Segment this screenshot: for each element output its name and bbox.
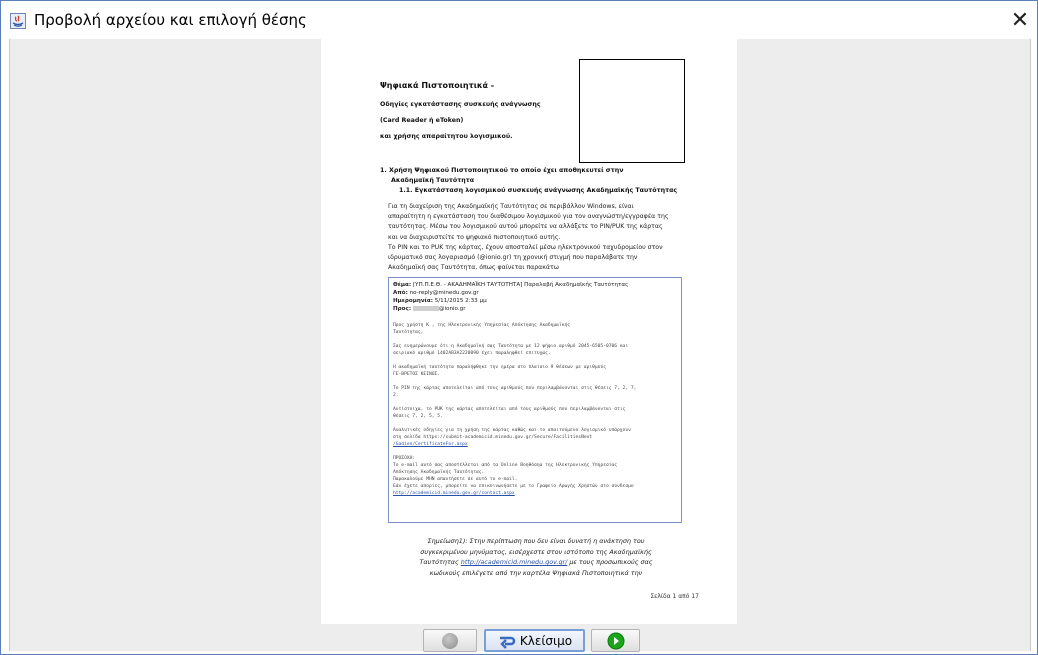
email-body-line: [393, 399, 636, 406]
email-body-line: Παρακαλούμε ΜΗΝ απαντήσετε σε αυτό το e-…: [393, 477, 518, 482]
email-body-line: [393, 336, 636, 343]
email-body-line: [393, 357, 636, 364]
window-title: Προβολή αρχείου και επιλογή θέσης: [34, 11, 307, 29]
email-body-line: Αναλυτικές οδηγίες για τη χρήση της κάρτ…: [393, 428, 631, 433]
close-button[interactable]: Κλείσιμο: [484, 629, 585, 652]
note-line: Ταυτότητας http://academicid.minedu.gov.…: [419, 558, 653, 566]
page-number: Σελίδα 1 από 17: [650, 593, 699, 600]
email-body-line: Το PIN της κάρτας αποτελείται από τους α…: [393, 386, 637, 391]
note-line: Σημείωση1): Στην περίπτωση που δεν είναι…: [427, 537, 645, 545]
email-body-line: [393, 448, 636, 455]
email-body-line: 2.: [393, 393, 399, 398]
section-heading: 1. Χρήση Ψηφιακού Πιστοποιητικού το οποί…: [380, 167, 624, 174]
document-page[interactable]: Ψηφιακά Πιστοποιητικά - Οδηγίες εγκατάστ…: [321, 39, 737, 624]
body-line: και να διαχειριστείτε το ψηφιακό πιστοπο…: [388, 233, 561, 241]
email-body-line: Σας ενημερώνουμε ότι η Ακαδημαϊκή σας Τα…: [393, 344, 629, 349]
previous-page-button[interactable]: [423, 629, 477, 652]
email-body-line: Ταυτότητας,: [393, 330, 424, 335]
note-line: κωδικούς επιλέγετε από την καρτέλα Ψηφια…: [429, 568, 643, 577]
email-subject-row: Θέμα: [ΥΠ.Π.Ε.Θ. - ΑΚΑΔΗΜΑΪΚΗ ΤΑΥΤΟΤΗΤΑ]…: [393, 282, 629, 288]
close-arrow-icon: [499, 636, 516, 649]
doc-title: Ψηφιακά Πιστοποιητικά -: [380, 81, 495, 90]
navigation-bar: Κλείσιμο: [10, 626, 1030, 652]
email-from-row: Από: no-reply@minedu.gov.gr: [393, 290, 479, 296]
note-line: συγκεκριμένου μηνύματος, εισέρχεστε στον…: [420, 547, 652, 556]
previous-icon: [442, 632, 458, 649]
body-line: απαραίτητη η εγκατάσταση του διαθέσιμου …: [388, 213, 669, 221]
email-body-line: [393, 378, 636, 385]
next-icon: [607, 632, 624, 649]
body-line: Για τη διαχείριση της Ακαδημαϊκής Ταυτότ…: [388, 203, 634, 210]
close-icon[interactable]: ✕: [1005, 5, 1035, 35]
title-bar: Προβολή αρχείου και επιλογή θέσης ✕: [1, 1, 1037, 39]
signature-placeholder-box[interactable]: [579, 59, 685, 163]
email-body-line: θέσεις 7, 2, 5, 5.: [393, 414, 443, 419]
email-to-row: Προς: @ionio.gr: [393, 306, 466, 312]
doc-subtitle: (Card Reader ή eToken): [380, 117, 464, 124]
file-preview-window: Προβολή αρχείου και επιλογή θέσης ✕ Ψηφι…: [0, 0, 1038, 655]
email-body-line: Το e-mail αυτό σας αποστέλλεται από τα O…: [393, 463, 618, 468]
body-line: Το PIN και το PUK της κάρτας, έχουν αποσ…: [388, 243, 663, 251]
body-line: Ακαδημαϊκή σας Ταυτότητα, όπως φαίνεται …: [388, 264, 559, 272]
close-button-label: Κλείσιμο: [519, 633, 573, 648]
preview-area[interactable]: Ψηφιακά Πιστοποιητικά - Οδηγίες εγκατάστ…: [9, 39, 1031, 652]
email-body-line: σειριακό αριθμό 1402ΑΒ3Α2220090 έχει παρ…: [393, 351, 551, 356]
email-body-line: ΓΕ-ΒΡΕΤΟΣ ΚΕΙΝΟΣ.: [393, 372, 441, 377]
body-paragraph: Για τη διαχείριση της Ακαδημαϊκής Ταυτότ…: [388, 202, 684, 273]
email-body-line: /Gadien/CertificateFor.aspx: [393, 442, 468, 447]
body-line: ιδρυματικό σας λογαριασμό (@ionio.gr) τη…: [388, 254, 638, 262]
body-line: ταυτότητας. Μέσω του λογισμικού αυτού μπ…: [388, 223, 663, 231]
email-body-line: Αντίστοιχα, το PUK της κάρτας αποτελείτα…: [393, 407, 626, 412]
email-body-line: http://academicid.minedu.gov.gr/contact.…: [393, 491, 515, 496]
next-page-button[interactable]: [591, 629, 640, 652]
email-body: Προς χρήστη Κ , της Ηλεκτρονικής Υπηρεσί…: [393, 322, 636, 497]
email-body-line: [393, 420, 636, 427]
note-paragraph: Σημείωση1): Στην περίπτωση που δεν είναι…: [401, 536, 671, 578]
note-link[interactable]: http://academicid.minedu.gov.gr/: [461, 558, 568, 566]
redacted-box: [412, 306, 439, 311]
email-body-line: ΠΡΟΣΟΧΗ:: [393, 456, 416, 461]
email-body-line: Απόκτησης Ακαδημαϊκής Ταυτότητας.: [393, 470, 485, 475]
doc-subtitle: και χρήσης απαραίτητου λογισμικού.: [380, 133, 513, 140]
email-body-line: στη σελίδα https://submit-academicid.min…: [393, 435, 593, 440]
subsection-heading: 1.1. Εγκατάσταση λογισμικού συσκευής ανά…: [399, 187, 678, 194]
email-body-line: Η ακαδημαϊκή ταυτότητα παραλήφθηκε την η…: [393, 365, 606, 370]
section-heading: Ακαδημαϊκή Ταυτότητα: [391, 177, 475, 184]
java-app-icon: [10, 13, 26, 29]
doc-subtitle: Οδηγίες εγκατάστασης συσκευής ανάγνωσης: [380, 101, 541, 108]
email-screenshot: Θέμα: [ΥΠ.Π.Ε.Θ. - ΑΚΑΔΗΜΑΪΚΗ ΤΑΥΤΟΤΗΤΑ]…: [388, 277, 682, 523]
email-body-line: Εάν έχετε απορίες, μπορείτε να επικοινων…: [393, 484, 634, 489]
email-date-row: Ημερομηνία: 5/11/2015 2:33 μμ: [393, 298, 487, 304]
email-body-line: Προς χρήστη Κ , της Ηλεκτρονικής Υπηρεσί…: [393, 323, 571, 328]
